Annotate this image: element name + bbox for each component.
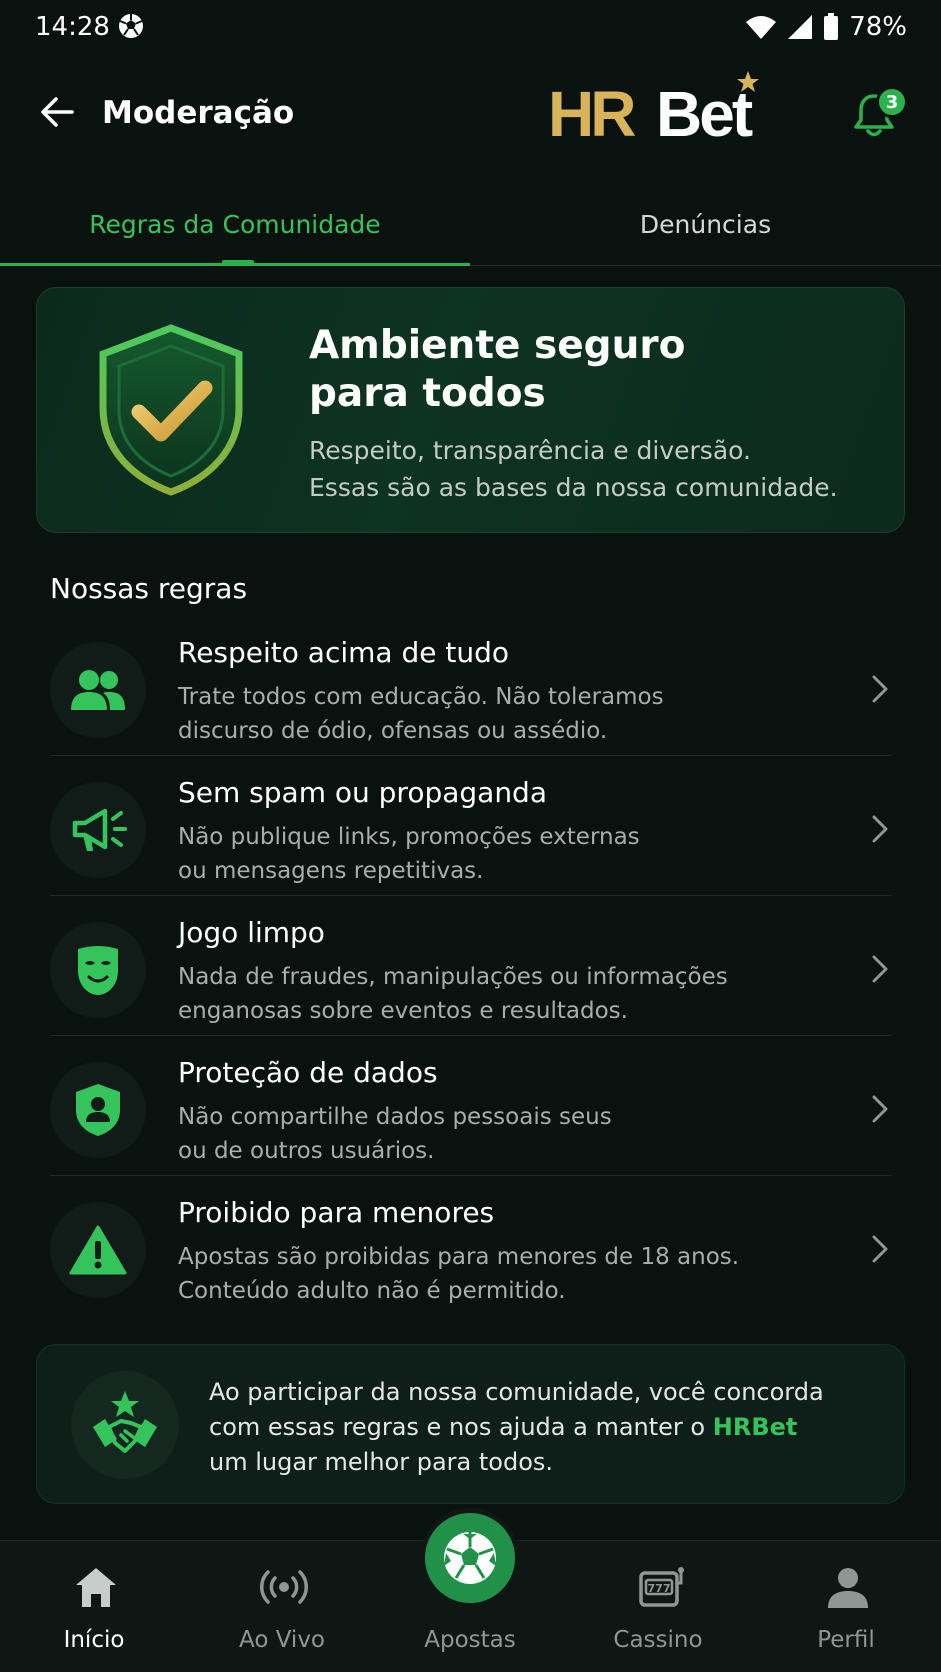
- rule-icon-circle: [50, 1062, 146, 1158]
- svg-text:777: 777: [648, 1582, 671, 1595]
- rules-section-title: Nossas regras: [50, 572, 248, 605]
- rule-item-no-spam[interactable]: Sem spam ou propaganda Não publique link…: [50, 756, 892, 896]
- rule-desc-line2: ou de outros usuários.: [178, 1138, 435, 1164]
- notice-line3: um lugar melhor para todos.: [209, 1448, 554, 1476]
- rule-description: Trate todos com educação. Não toleramos …: [178, 680, 798, 748]
- rule-title: Jogo limpo: [178, 916, 325, 949]
- tab-community-rules[interactable]: Regras da Comunidade: [0, 182, 470, 266]
- notice-icon-circle: [71, 1371, 179, 1479]
- chevron-right-icon: [872, 675, 888, 703]
- rule-item-respect[interactable]: Respeito acima de tudo Trate todos com e…: [50, 616, 892, 756]
- star-icon: [737, 71, 759, 92]
- notice-line1: Ao participar da nossa comunidade, você …: [209, 1378, 824, 1406]
- nav-item-casino[interactable]: 777 Cassino: [564, 1541, 752, 1672]
- nav-label-bets: Apostas: [424, 1627, 516, 1653]
- hrbet-logo[interactable]: HR Bet: [548, 70, 768, 150]
- notification-badge: 3: [876, 86, 908, 118]
- nav-item-home[interactable]: Início: [0, 1541, 188, 1672]
- community-agreement-notice: Ao participar da nossa comunidade, você …: [36, 1344, 905, 1504]
- rule-icon-circle: [50, 782, 146, 878]
- rule-desc-line2: Conteúdo adulto não é permitido.: [178, 1278, 566, 1304]
- soccer-ball-icon: [444, 1532, 496, 1584]
- chevron-right-icon: [872, 955, 888, 983]
- profile-icon: [828, 1568, 868, 1608]
- nav-label-casino: Cassino: [613, 1627, 703, 1653]
- nav-item-profile[interactable]: Perfil: [752, 1541, 940, 1672]
- back-arrow-icon[interactable]: [38, 92, 78, 132]
- wifi-icon: [746, 16, 777, 39]
- shield-user-icon: [76, 1084, 120, 1136]
- users-icon: [71, 670, 125, 710]
- rule-desc-line1: Apostas são proibidas para menores de 18…: [178, 1244, 740, 1270]
- chevron-right-icon: [872, 1095, 888, 1123]
- notice-text: Ao participar da nossa comunidade, você …: [209, 1375, 849, 1480]
- megaphone-icon: [72, 808, 127, 851]
- home-icon: [76, 1568, 116, 1607]
- safe-environment-card: Ambiente seguro para todos Respeito, tra…: [36, 287, 905, 533]
- hero-title-line1: Ambiente seguro: [309, 323, 686, 368]
- rule-item-data-protection[interactable]: Proteção de dados Não compartilhe dados …: [50, 1036, 892, 1176]
- rule-title: Respeito acima de tudo: [178, 636, 509, 669]
- hero-desc-line1: Respeito, transparência e diversão.: [309, 436, 751, 465]
- hero-title: Ambiente seguro para todos: [309, 322, 829, 418]
- nav-label-home: Início: [63, 1627, 125, 1653]
- rule-description: Apostas são proibidas para menores de 18…: [178, 1240, 798, 1308]
- hero-description: Respeito, transparência e diversão. Essa…: [309, 432, 889, 506]
- rule-item-no-minors[interactable]: Proibido para menores Apostas são proibi…: [50, 1176, 892, 1316]
- rule-icon-circle: [50, 1202, 146, 1298]
- notice-line2: com essas regras e nos ajuda a manter o …: [209, 1410, 849, 1445]
- rule-description: Não compartilhe dados pessoais seus ou d…: [178, 1100, 798, 1168]
- mask-icon: [78, 946, 118, 995]
- rule-desc-line1: Trate todos com educação. Não toleramos: [178, 684, 664, 710]
- soccer-notification-icon: [119, 14, 143, 38]
- status-bar: 14:28 78%: [0, 0, 941, 56]
- rule-desc-line1: Não publique links, promoções externas: [178, 824, 640, 850]
- tabs: Regras da Comunidade Denúncias: [0, 182, 941, 266]
- rule-desc-line2: discurso de ódio, ofensas ou assédio.: [178, 718, 608, 744]
- rule-title: Sem spam ou propaganda: [178, 776, 547, 809]
- rule-description: Não publique links, promoções externas o…: [178, 820, 798, 888]
- chevron-right-icon: [872, 815, 888, 843]
- nav-item-live[interactable]: Ao Vivo: [188, 1541, 376, 1672]
- rule-icon-circle: [50, 922, 146, 1018]
- rule-description: Nada de fraudes, manipulações ou informa…: [178, 960, 798, 1028]
- hero-title-line2: para todos: [309, 371, 546, 416]
- nav-label-profile: Perfil: [817, 1627, 875, 1653]
- nav-label-live: Ao Vivo: [238, 1627, 325, 1653]
- slot-machine-icon: 777: [639, 1567, 684, 1607]
- notice-line2-text: com essas regras e nos ajuda a manter o: [209, 1413, 713, 1441]
- battery-icon: [824, 13, 839, 40]
- tab-reports[interactable]: Denúncias: [470, 182, 941, 266]
- live-icon: [260, 1570, 308, 1604]
- shield-check-icon: [99, 324, 243, 496]
- rule-desc-line1: Nada de fraudes, manipulações ou informa…: [178, 964, 728, 990]
- rule-desc-line1: Não compartilhe dados pessoais seus: [178, 1104, 612, 1130]
- chevron-right-icon: [872, 1235, 888, 1263]
- tab-indicator-notch: [222, 260, 254, 264]
- bets-fab-button[interactable]: [420, 1508, 520, 1608]
- rule-icon-circle: [50, 642, 146, 738]
- page-title: Moderação: [102, 95, 295, 131]
- warning-icon: [69, 1225, 127, 1275]
- rule-desc-line2: ou mensagens repetitivas.: [178, 858, 484, 884]
- signal-icon: [788, 15, 813, 39]
- notice-brand: HRBet: [712, 1413, 798, 1441]
- logo-hr-text: HR: [548, 78, 636, 150]
- handshake-star-icon: [93, 1391, 157, 1453]
- hero-desc-line2: Essas são as bases da nossa comunidade.: [309, 473, 838, 502]
- rule-title: Proibido para menores: [178, 1196, 495, 1229]
- status-time: 14:28: [35, 12, 110, 42]
- rule-title: Proteção de dados: [178, 1056, 438, 1089]
- battery-level: 78%: [849, 12, 907, 42]
- rule-desc-line2: enganosas sobre eventos e resultados.: [178, 998, 628, 1024]
- status-right: 78%: [745, 12, 907, 42]
- rule-item-fair-play[interactable]: Jogo limpo Nada de fraudes, manipulações…: [50, 896, 892, 1036]
